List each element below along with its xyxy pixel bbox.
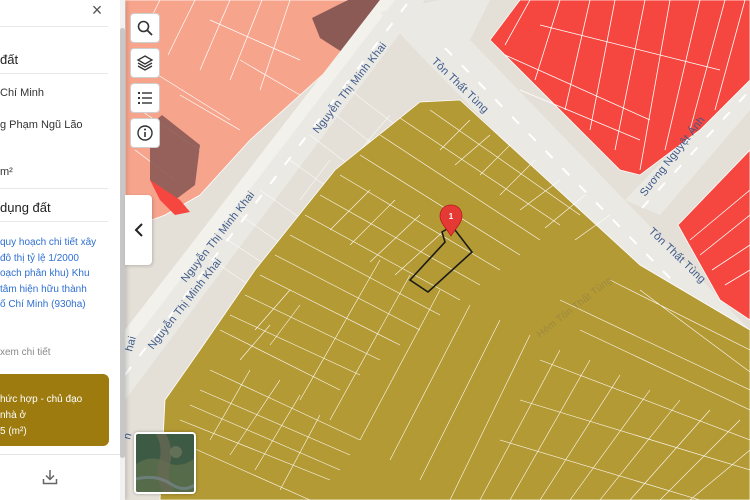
section-heading-land-info: đất	[0, 52, 19, 67]
divider	[0, 73, 108, 74]
search-icon	[137, 20, 153, 36]
divider	[0, 454, 120, 455]
satellite-minimap[interactable]	[134, 432, 196, 494]
view-details-link[interactable]: xem chi tiết	[0, 347, 51, 358]
info-button[interactable]	[130, 118, 160, 148]
zoning-card[interactable]: hức hợp - chủ đạo nhà ở 5 (m²)	[0, 374, 109, 446]
search-button[interactable]	[130, 13, 160, 43]
zone-type-line: nhà ở	[0, 410, 27, 421]
plan-line: ố Chí Minh (930ha)	[0, 299, 86, 310]
list-icon	[138, 92, 152, 104]
plan-line: oạch phân khu) Khu	[0, 268, 90, 279]
parcel-info-panel: × đất Chí Minh g Phạm Ngũ Lão m² dụng đấ…	[0, 0, 125, 500]
layers-icon	[136, 55, 154, 71]
legend-list-button[interactable]	[130, 83, 160, 113]
plan-line: tâm hiện hữu thành	[0, 283, 87, 295]
zone-type-line: hức hợp - chủ đạo	[0, 394, 83, 405]
plan-link[interactable]: quy hoạch chi tiết xây đô thị tỷ lệ 1/20…	[0, 235, 112, 313]
divider	[0, 188, 108, 189]
divider	[0, 26, 108, 27]
download-button[interactable]	[30, 460, 70, 494]
close-icon[interactable]: ×	[88, 1, 106, 20]
city-value: Chí Minh	[0, 87, 45, 99]
collapse-panel-button[interactable]	[125, 195, 152, 265]
plan-line: đô thị tỷ lệ 1/2000	[0, 252, 79, 264]
area-unit: m²	[0, 166, 13, 178]
marker-label: 1	[449, 212, 454, 221]
zone-area-line: 5 (m²)	[0, 426, 27, 437]
layers-button[interactable]	[130, 48, 160, 78]
info-icon	[137, 125, 153, 141]
satellite-thumbnail	[136, 434, 194, 492]
ward-value: g Phạm Ngũ Lão	[0, 119, 83, 131]
download-icon	[42, 470, 58, 485]
chevron-left-icon	[134, 223, 143, 237]
divider	[0, 221, 108, 222]
plan-line: quy hoạch chi tiết xây	[0, 237, 97, 248]
section-heading-land-use: dụng đất	[0, 200, 51, 215]
